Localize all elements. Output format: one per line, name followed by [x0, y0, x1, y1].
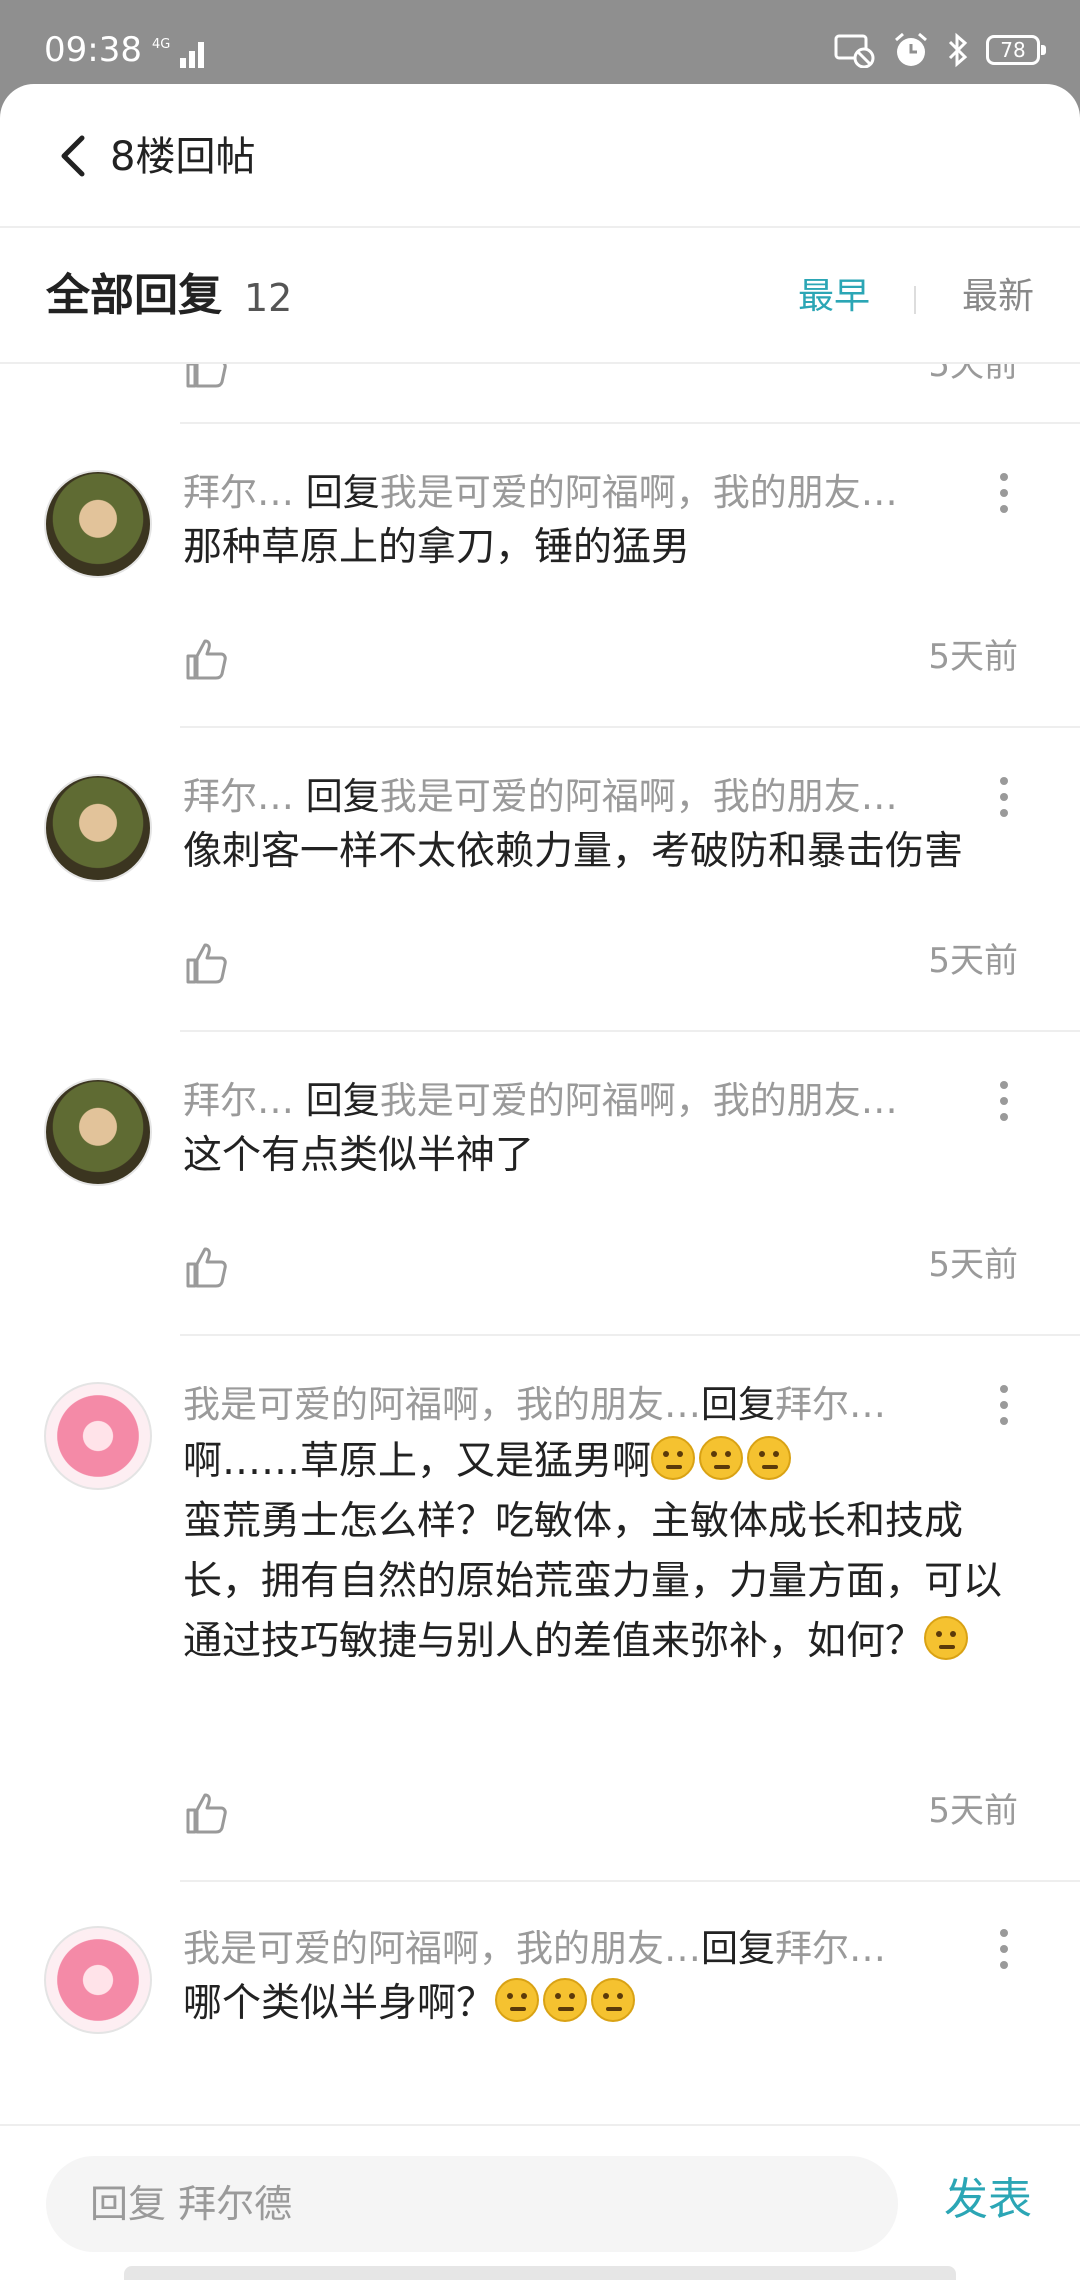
content-line: 这个有点类似半神了 — [183, 1133, 535, 1178]
more-options-icon[interactable] — [990, 468, 1018, 518]
more-options-icon[interactable] — [990, 1076, 1018, 1126]
thinking-emoji-icon — [747, 1436, 792, 1480]
reply-time: 5天前 — [928, 637, 1018, 677]
send-button[interactable]: 发表 — [944, 2170, 1032, 2230]
navigation-handle — [124, 2266, 956, 2280]
back-arrow-icon[interactable] — [52, 126, 102, 186]
reply-time: 5天前 — [928, 1245, 1018, 1285]
reply-meta: 我是可爱的阿福啊，我的朋友…回复拜尔… — [183, 1924, 983, 1974]
thinking-emoji-icon — [651, 1436, 696, 1480]
thumbs-up-icon[interactable] — [183, 636, 229, 682]
list-item[interactable]: 我是可爱的阿福啊，我的朋友…回复拜尔… 啊……草原上，又是猛男啊 蛮荒勇士怎么样… — [0, 1336, 1080, 1882]
reply-time: 5天前 — [928, 941, 1018, 981]
avatar[interactable] — [44, 1382, 152, 1490]
alarm-icon — [895, 32, 927, 66]
reply-target[interactable]: 我是可爱的阿福啊，我的朋友… — [380, 775, 898, 818]
avatar[interactable] — [44, 1926, 152, 2034]
page-title: 8楼回帖 — [110, 134, 256, 180]
reply-meta: 拜尔… 回复我是可爱的阿福啊，我的朋友… — [183, 468, 983, 518]
reply-target[interactable]: 我是可爱的阿福啊，我的朋友… — [380, 1079, 898, 1122]
signal-icon: 4G — [152, 37, 204, 68]
thumbs-up-icon[interactable] — [183, 1790, 229, 1836]
thumbs-up-icon[interactable] — [183, 1244, 229, 1290]
content-text: 哪个类似半身啊？ — [183, 1981, 496, 2026]
battery-level: 78 — [1000, 38, 1026, 62]
reply-content: 这个有点类似半神了 — [183, 1126, 1033, 1186]
reply-meta: 拜尔… 回复我是可爱的阿福啊，我的朋友… — [183, 1076, 983, 1126]
more-options-icon[interactable] — [990, 1380, 1018, 1430]
reply-time: 5天前 — [928, 1791, 1018, 1831]
network-type-label: 4G — [152, 37, 170, 52]
thumbs-up-icon[interactable] — [183, 940, 229, 986]
cast-off-icon — [834, 34, 875, 68]
reply-content: 哪个类似半身啊？ — [183, 1974, 1033, 2034]
sort-divider — [914, 286, 916, 314]
thinking-emoji-icon — [495, 1978, 540, 2022]
more-options-icon[interactable] — [990, 772, 1018, 822]
list-item: 5天前 — [0, 364, 1080, 392]
avatar[interactable] — [44, 470, 152, 578]
sort-latest-tab[interactable]: 最新 — [962, 272, 1034, 322]
content-line: 啊……草原上，又是猛男啊 — [183, 1432, 1033, 1492]
reply-list: 5天前 拜尔… 回复我是可爱的阿福啊，我的朋友… 那种草原上的拿刀，锤的猛男 5… — [0, 364, 1080, 2134]
reply-content: 啊……草原上，又是猛男啊 蛮荒勇士怎么样？吃敏体，主敏体成长和技成长，拥有自然的… — [183, 1432, 1033, 1672]
reply-word: 回复 — [305, 775, 380, 818]
reply-composer: 发表 — [0, 2124, 1080, 2280]
author-name[interactable]: 拜尔… — [183, 471, 294, 514]
top-bar: 8楼回帖 — [0, 84, 1080, 228]
status-time: 09:38 — [44, 30, 142, 70]
all-replies-title: 全部回复 — [46, 270, 222, 321]
reply-count: 12 — [244, 276, 293, 320]
thinking-emoji-icon — [924, 1616, 969, 1660]
content-text: 蛮荒勇士怎么样？吃敏体，主敏体成长和技成长，拥有自然的原始荒蛮力量，力量方面，可… — [183, 1499, 1003, 1664]
content-line: 哪个类似半身啊？ — [183, 1974, 1033, 2034]
reply-word: 回复 — [305, 1079, 380, 1122]
content-line: 蛮荒勇士怎么样？吃敏体，主敏体成长和技成长，拥有自然的原始荒蛮力量，力量方面，可… — [183, 1492, 1033, 1672]
list-item[interactable]: 拜尔… 回复我是可爱的阿福啊，我的朋友… 像刺客一样不太依赖力量，考破防和暴击伤… — [0, 728, 1080, 1032]
reply-word: 回复 — [701, 1383, 775, 1426]
content-text: 啊……草原上，又是猛男啊 — [183, 1439, 652, 1484]
sort-earliest-tab[interactable]: 最早 — [798, 272, 870, 322]
reply-content: 像刺客一样不太依赖力量，考破防和暴击伤害 — [183, 822, 1033, 882]
reply-content: 那种草原上的拿刀，锤的猛男 — [183, 518, 1033, 578]
list-item[interactable]: 我是可爱的阿福啊，我的朋友…回复拜尔… 哪个类似半身啊？ — [0, 1882, 1080, 2134]
replies-header: 全部回复 12 最早 最新 — [0, 228, 1080, 364]
author-name[interactable]: 我是可爱的阿福啊，我的朋友… — [183, 1927, 701, 1970]
status-bar: 09:38 4G 78 — [0, 0, 1080, 84]
reply-target[interactable]: 我是可爱的阿福啊，我的朋友… — [380, 471, 898, 514]
content-line: 像刺客一样不太依赖力量，考破防和暴击伤害 — [183, 829, 964, 874]
author-name[interactable]: 拜尔… — [183, 775, 294, 818]
thinking-emoji-icon — [543, 1978, 588, 2022]
list-item[interactable]: 拜尔… 回复我是可爱的阿福啊，我的朋友… 这个有点类似半神了 5天前 — [0, 1032, 1080, 1336]
reply-time: 5天前 — [928, 364, 1018, 385]
author-name[interactable]: 我是可爱的阿福啊，我的朋友… — [183, 1383, 701, 1426]
content-line: 那种草原上的拿刀，锤的猛男 — [183, 525, 691, 570]
reply-meta: 我是可爱的阿福啊，我的朋友…回复拜尔… — [183, 1380, 983, 1430]
reply-word: 回复 — [305, 471, 380, 514]
avatar[interactable] — [44, 774, 152, 882]
list-item[interactable]: 拜尔… 回复我是可爱的阿福啊，我的朋友… 那种草原上的拿刀，锤的猛男 5天前 — [0, 424, 1080, 728]
reply-input[interactable] — [46, 2156, 898, 2252]
status-icons: 78 — [834, 28, 1046, 72]
more-options-icon[interactable] — [990, 1924, 1018, 1974]
avatar[interactable] — [44, 1078, 152, 1186]
thinking-emoji-icon — [591, 1978, 636, 2022]
reply-sheet: 8楼回帖 全部回复 12 最早 最新 5天前 拜尔… 回复我是可爱的阿福啊，我的… — [0, 84, 1080, 2280]
thumbs-up-icon[interactable] — [183, 364, 229, 390]
reply-word: 回复 — [701, 1927, 775, 1970]
author-name[interactable]: 拜尔… — [183, 1079, 294, 1122]
reply-target[interactable]: 拜尔… — [775, 1383, 886, 1426]
reply-meta: 拜尔… 回复我是可爱的阿福啊，我的朋友… — [183, 772, 983, 822]
bluetooth-icon — [948, 32, 968, 68]
battery-icon: 78 — [986, 35, 1046, 65]
thinking-emoji-icon — [699, 1436, 744, 1480]
reply-target[interactable]: 拜尔… — [775, 1927, 886, 1970]
